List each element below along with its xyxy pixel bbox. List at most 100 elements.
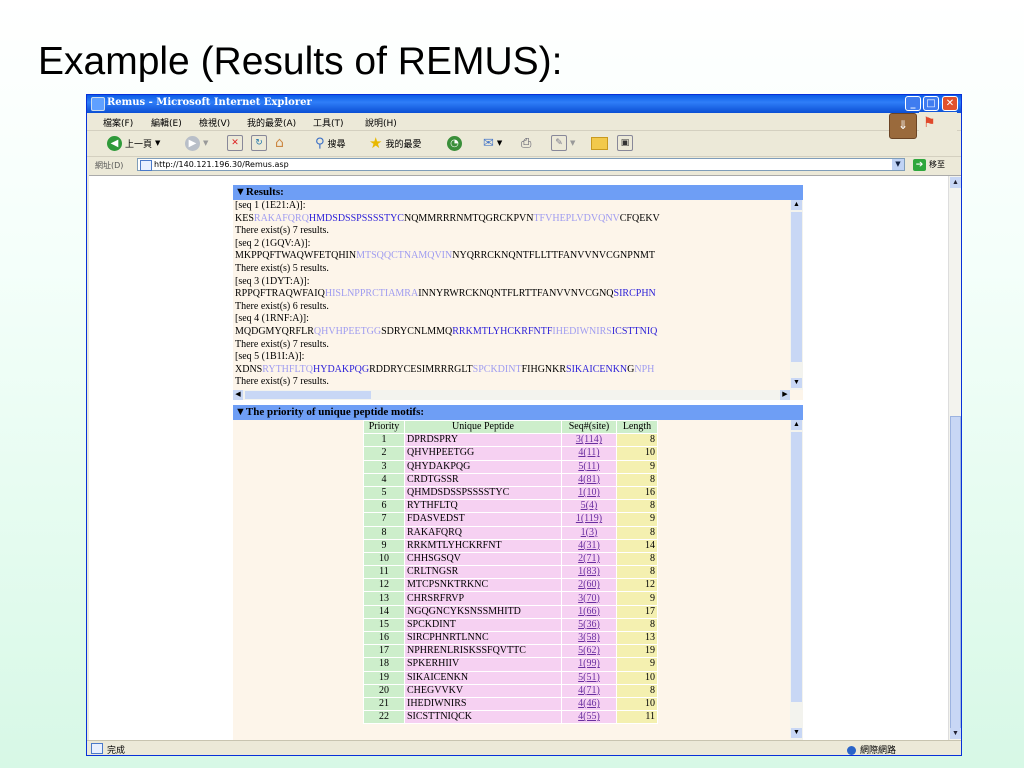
results-horizontal-scrollbar[interactable]: ◀ ▶ (233, 390, 790, 400)
seq-site-link[interactable]: 1(10) (561, 485, 617, 501)
table-row: 5 QHMDSDSSPSSSSTYC 1(10) 16 (363, 485, 658, 501)
scroll-thumb[interactable] (791, 432, 802, 702)
history-icon: ◔ (447, 135, 462, 151)
seq-site-link[interactable]: 2(60) (561, 578, 617, 593)
favorites-label: 我的最愛 (385, 139, 422, 150)
peptide-cell: FDASVEDST (404, 512, 562, 527)
scroll-up-icon[interactable]: ▲ (950, 177, 961, 188)
seq-site-link[interactable]: 4(55) (561, 710, 617, 725)
peptide-cell: SIRCPHNRTLNNC (404, 630, 562, 646)
scroll-up-icon[interactable]: ▲ (791, 200, 802, 210)
menu-view[interactable]: 檢視(V) (199, 116, 230, 129)
results-header[interactable]: ▼Results: (233, 185, 803, 200)
seq-site-link[interactable]: 3(70) (561, 591, 617, 606)
result-line: [seq 4 (1RNF:A)]: (235, 313, 785, 326)
search-icon: ⚲ (315, 135, 325, 151)
result-segment: NPH (634, 363, 655, 375)
seq-site-link[interactable]: 4(31) (561, 538, 617, 553)
page-vertical-scrollbar[interactable]: ▲ ▼ (948, 176, 961, 740)
seq-site-link[interactable]: 3(58) (561, 630, 617, 646)
seq-site-link[interactable]: 5(11) (561, 459, 617, 474)
seq-site-link[interactable]: 3(114) (561, 433, 617, 448)
history-button[interactable]: ◔ (447, 134, 462, 152)
forward-button[interactable]: ▶ ▼ (185, 134, 208, 152)
scroll-thumb[interactable] (950, 416, 961, 732)
stop-button[interactable]: ✕ (227, 134, 243, 152)
seq-site-link[interactable]: 2(71) (561, 551, 617, 567)
scroll-down-icon[interactable]: ▼ (950, 728, 961, 739)
length-cell: 8 (616, 433, 658, 448)
table-row: 9 RRKMTLYHCKRFNT 4(31) 14 (363, 538, 658, 553)
result-segment: HYDAKPQG (313, 363, 370, 375)
seq-site-link[interactable]: 5(62) (561, 644, 617, 659)
priority-cell: 4 (363, 472, 405, 487)
menu-help[interactable]: 說明(H) (365, 116, 397, 129)
seq-site-link[interactable]: 4(11) (561, 446, 617, 461)
windows-flag-icon: ⚑ (923, 114, 936, 130)
table-row: 16 SIRCPHNRTLNNC 3(58) 13 (363, 630, 658, 646)
table-row: 4 CRDTGSSR 4(81) 8 (363, 472, 658, 487)
messenger-icon: ▣ (617, 135, 633, 151)
seq-site-link[interactable]: 1(99) (561, 657, 617, 672)
table-row: 8 RAKAFQRQ 1(3) 8 (363, 525, 658, 540)
chevron-down-icon[interactable]: ▼ (892, 159, 904, 170)
menu-favorites[interactable]: 我的最愛(A) (247, 116, 296, 129)
print-button[interactable]: ⎙ (521, 134, 531, 152)
result-segment: SIKAICENKN (566, 363, 628, 375)
peptide-cell: SPCKDINT (404, 617, 562, 633)
scroll-down-icon[interactable]: ▼ (791, 728, 802, 738)
go-button[interactable]: ➔ 移至 (913, 158, 945, 171)
minimize-button[interactable]: _ (905, 96, 921, 111)
length-cell: 19 (616, 644, 658, 659)
address-input[interactable]: http://140.121.196.30/Remus.asp ▼ (137, 158, 905, 171)
table-row: 17 NPHRENLRISKSSFQVTTC 5(62) 19 (363, 644, 658, 659)
mail-button[interactable]: ✉ ▼ (483, 134, 502, 152)
seq-site-link[interactable]: 1(66) (561, 604, 617, 619)
table-row: 20 CHEGVVKV 4(71) 8 (363, 683, 658, 698)
scroll-up-icon[interactable]: ▲ (791, 420, 802, 430)
peptide-cell: CHRSRFRVP (404, 591, 562, 606)
results-vertical-scrollbar[interactable]: ▲ ▼ (790, 200, 803, 390)
home-button[interactable]: ⌂ (275, 134, 284, 152)
priority-cell: 6 (363, 499, 405, 514)
seq-site-link[interactable]: 4(81) (561, 472, 617, 487)
peptide-cell: QHYDAKPQG (404, 459, 562, 474)
length-cell: 13 (616, 630, 658, 646)
address-url: http://140.121.196.30/Remus.asp (154, 160, 289, 169)
seq-site-link[interactable]: 4(46) (561, 696, 617, 712)
star-icon: ★ (369, 134, 383, 152)
seq-site-link[interactable]: 1(3) (561, 525, 617, 540)
menu-file[interactable]: 檔案(F) (103, 116, 133, 129)
priority-vertical-scrollbar[interactable]: ▲ ▼ (790, 420, 803, 740)
menu-tools[interactable]: 工具(T) (313, 116, 344, 129)
seq-site-link[interactable]: 4(71) (561, 683, 617, 698)
messenger-button[interactable]: ▣ (617, 134, 633, 152)
peptide-cell: SIKAICENKN (404, 670, 562, 685)
result-line: MQDGMYQRFLRQHVHPEETGGSDRYCNLMMQRRKMTLYHC… (235, 326, 785, 339)
folder-button[interactable] (591, 134, 608, 152)
menu-edit[interactable]: 編輯(E) (151, 116, 182, 129)
scroll-down-icon[interactable]: ▼ (791, 378, 802, 388)
seq-site-link[interactable]: 5(51) (561, 670, 617, 685)
priority-header[interactable]: ▼The priority of unique peptide motifs: (233, 405, 803, 420)
window-titlebar[interactable]: Remus - Microsoft Internet Explorer _ □ … (87, 95, 961, 113)
refresh-button[interactable]: ↻ (251, 134, 267, 152)
scroll-right-icon[interactable]: ▶ (780, 390, 790, 400)
chevron-down-icon: ▼ (496, 139, 503, 147)
seq-site-link[interactable]: 1(119) (561, 512, 617, 527)
favorites-button[interactable]: ★ 我的最愛 (369, 134, 421, 152)
scroll-thumb[interactable] (245, 391, 371, 399)
maximize-button[interactable]: □ (923, 96, 939, 111)
edit-button[interactable]: ✎ ▼ (551, 134, 575, 152)
seq-site-link[interactable]: 1(83) (561, 565, 617, 580)
result-segment: SPCKDINT (472, 363, 522, 375)
search-button[interactable]: ⚲ 搜尋 (315, 134, 346, 152)
scroll-left-icon[interactable]: ◀ (233, 390, 243, 400)
scroll-thumb[interactable] (791, 212, 802, 362)
peptide-cell: CRLTNGSR (404, 565, 562, 580)
close-button[interactable]: ✕ (942, 96, 958, 111)
length-cell: 10 (616, 446, 658, 461)
seq-site-link[interactable]: 5(4) (561, 499, 617, 514)
seq-site-link[interactable]: 5(36) (561, 617, 617, 633)
back-button[interactable]: ◀ 上一頁 ▼ (107, 134, 160, 152)
